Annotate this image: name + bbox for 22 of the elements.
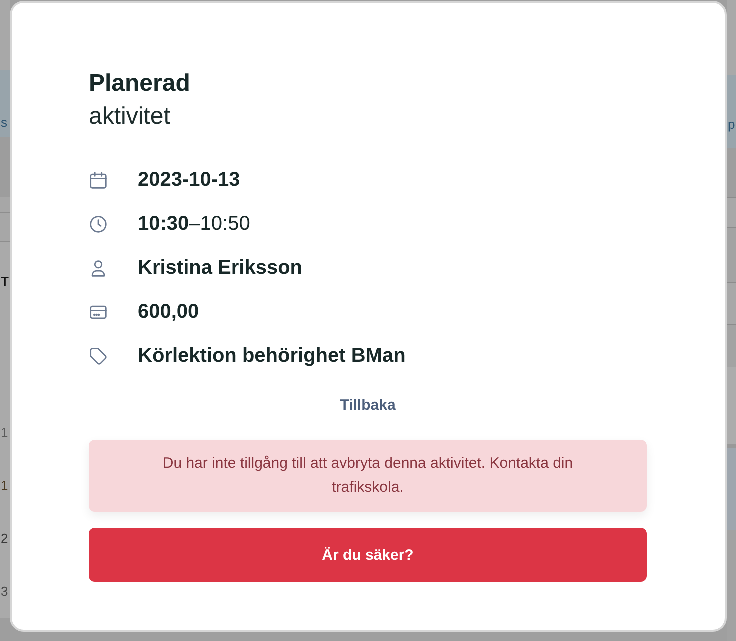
error-alert: Du har inte tillgång till att avbryta denna aktivitet. Kontakta din trafikskola. [89, 440, 647, 512]
person-icon [90, 260, 107, 276]
page-text-fragment: p [727, 117, 736, 133]
page-text-fragment: 3 [0, 584, 10, 600]
page-text-fragment: 1 [0, 478, 10, 494]
page-text-fragment: s [0, 115, 8, 131]
person-name: Kristina Eriksson [138, 256, 303, 281]
dialog-subtitle: aktivitet [89, 102, 170, 132]
date-text: 2023-10-13 [138, 168, 240, 193]
confirm-button[interactable]: Är du säker? [89, 528, 647, 582]
back-link[interactable]: Tillbaka [332, 391, 404, 419]
price-text: 600,00 [138, 300, 200, 325]
lesson-type-text: Körlektion behörighet BMan [138, 344, 406, 369]
page-text-fragment: 2 [0, 531, 10, 547]
page-text-fragment: T [0, 274, 10, 290]
credit-card-icon [90, 304, 107, 320]
tag-icon [90, 348, 107, 364]
clock-icon [90, 216, 107, 232]
dialog-title: Planerad [89, 69, 190, 99]
calendar-icon [90, 172, 107, 188]
page-text-fragment: 1 [0, 425, 10, 441]
time-text: 10:30–10:50 [138, 212, 250, 237]
